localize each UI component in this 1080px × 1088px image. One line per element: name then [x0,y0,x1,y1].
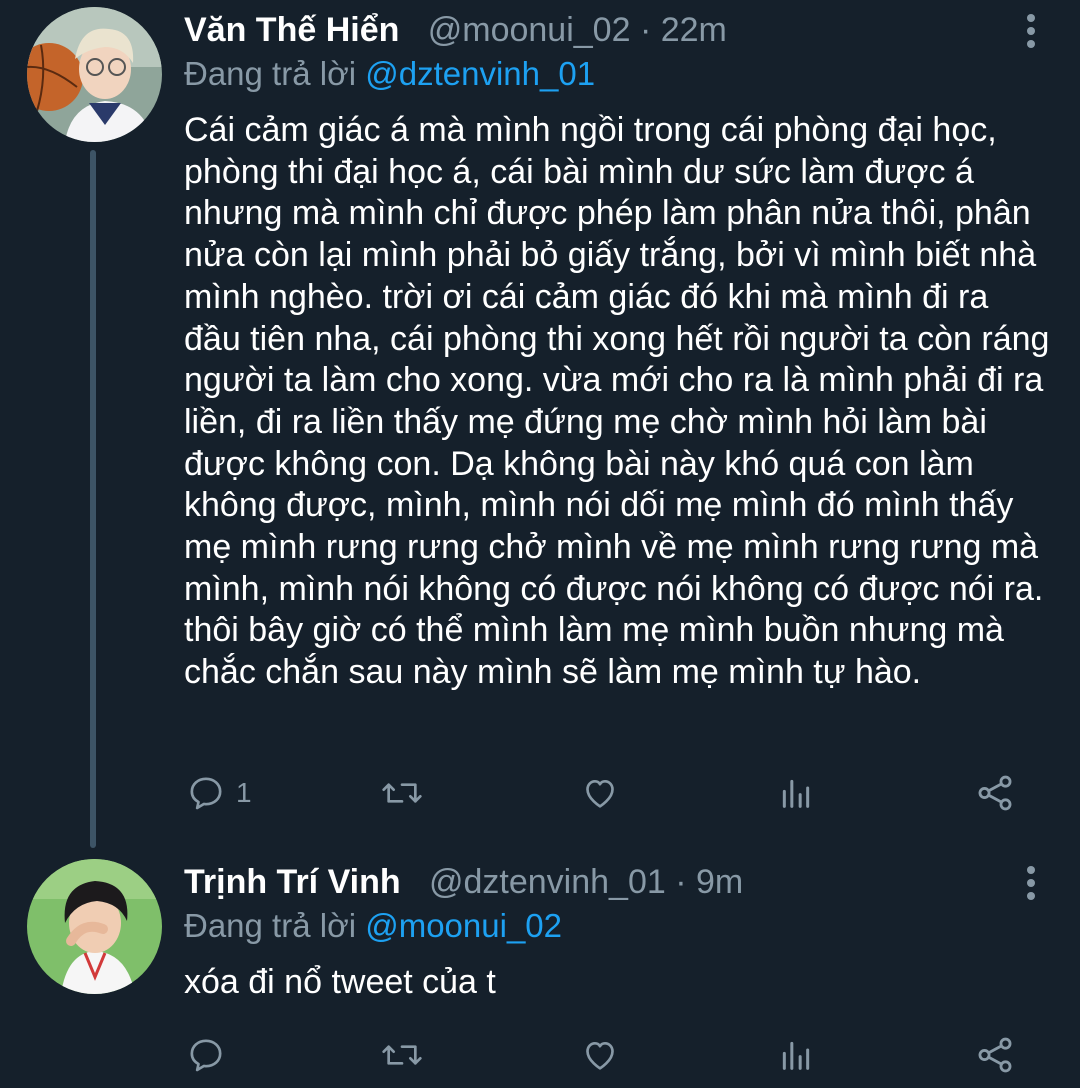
avatar[interactable] [27,7,162,142]
tweet-actions: 1 [184,768,1024,818]
like-button[interactable] [580,768,620,818]
reply-button[interactable]: 1 [186,768,252,818]
author-handle[interactable]: @moonui_02 [428,11,631,49]
thread-connector-line [90,150,96,848]
avatar-image-icon [27,7,162,142]
analytics-icon [782,1041,810,1070]
replying-to: Đang trả lời @dztenvinh_01 [184,54,595,94]
replying-label: Đang trả lời [184,907,357,944]
tweet-header: Văn Thế Hiển @moonui_02 · 22m [184,10,727,50]
replying-to: Đang trả lời @moonui_02 [184,906,562,946]
tweet-header: Trịnh Trí Vinh @dztenvinh_01 · 9m [184,862,743,902]
author-name[interactable]: Trịnh Trí Vinh [184,863,401,901]
like-button[interactable] [580,1030,620,1080]
like-icon [586,1042,614,1070]
share-icon [978,1037,1012,1073]
reply-icon [190,1039,222,1072]
like-icon [586,780,614,808]
separator: · [630,11,661,49]
replying-handle-link[interactable]: @moonui_02 [365,907,562,944]
reply-button[interactable] [186,1030,236,1080]
reply-icon [190,777,222,810]
analytics-button[interactable] [776,768,816,818]
author-name[interactable]: Văn Thế Hiển [184,11,399,49]
share-button[interactable] [974,1030,1016,1080]
more-icon[interactable] [1026,864,1036,904]
timestamp[interactable]: 9m [696,863,743,901]
retweet-button[interactable] [380,768,424,818]
analytics-icon [782,779,810,808]
retweet-icon [382,1045,422,1065]
separator: · [665,863,696,901]
more-icon[interactable] [1026,12,1036,52]
tweet-text: xóa đi nổ tweet của t [184,963,496,1001]
tweet-actions [184,1030,1024,1080]
tweet[interactable]: Trịnh Trí Vinh @dztenvinh_01 · 9m Đang t… [0,848,1080,1088]
replying-label: Đang trả lời [184,55,357,92]
retweet-button[interactable] [380,1030,424,1080]
author-handle[interactable]: @dztenvinh_01 [429,863,666,901]
retweet-icon [382,783,422,803]
share-icon [978,775,1012,811]
conversation-thread: Văn Thế Hiển @moonui_02 · 22m Đang trả l… [0,0,1080,1088]
replying-handle-link[interactable]: @dztenvinh_01 [365,55,595,92]
tweet[interactable]: Văn Thế Hiển @moonui_02 · 22m Đang trả l… [0,0,1080,848]
analytics-button[interactable] [776,1030,816,1080]
timestamp[interactable]: 22m [661,11,727,49]
tweet-text: Cái cảm giác á mà mình ngồi trong cái ph… [184,111,1050,692]
avatar[interactable] [27,859,162,994]
share-button[interactable] [974,768,1016,818]
reply-count: 1 [236,777,252,808]
avatar-image-icon [27,859,162,994]
